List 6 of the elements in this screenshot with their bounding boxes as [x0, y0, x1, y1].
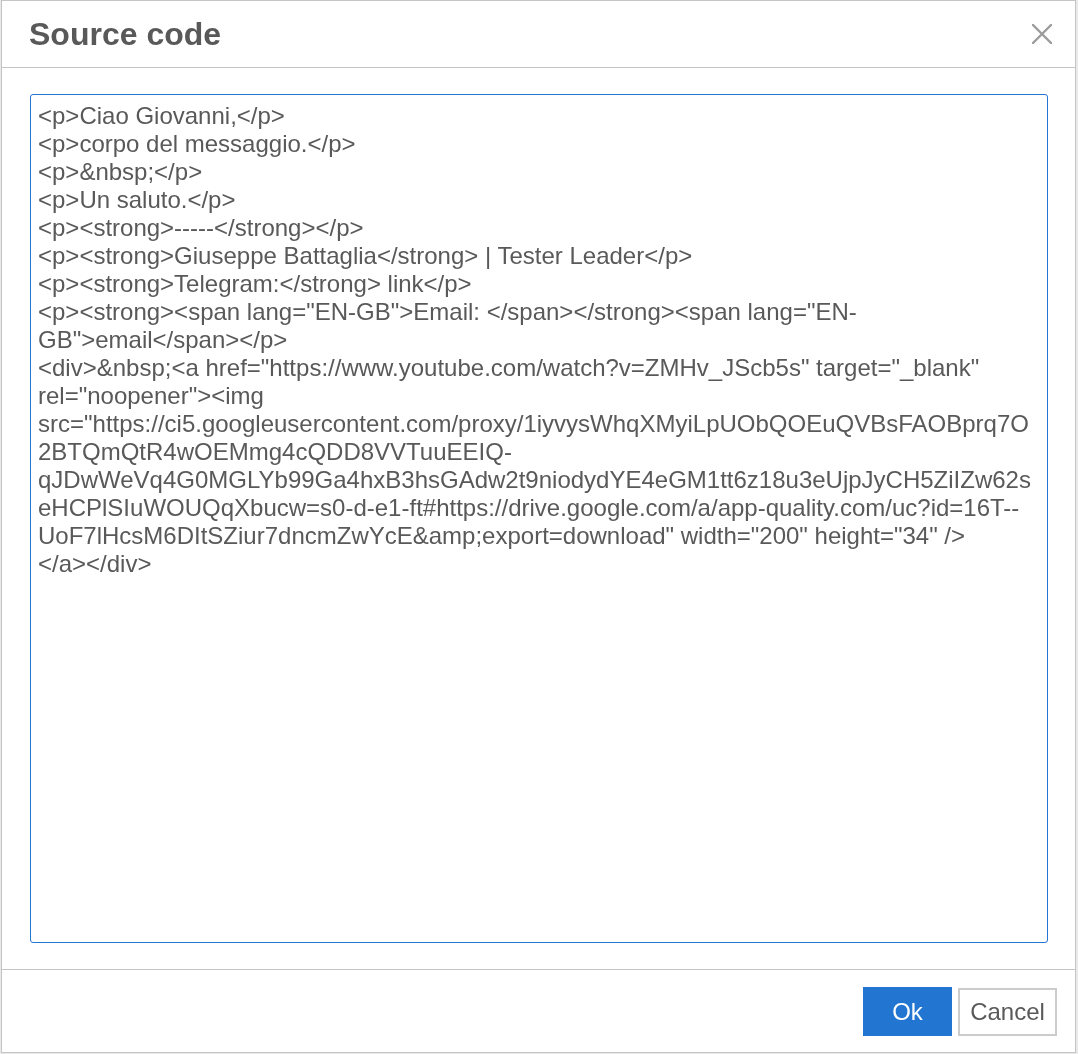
close-button[interactable]	[1030, 22, 1054, 46]
source-code-field[interactable]: <p>Ciao Giovanni,</p> <p>corpo del messaggio.</p> <p>&nbsp;</p> <p>Un saluto.</p> <p><strong>-----</strong></p> <p><strong>Giuseppe Battaglia</strong> | Tester Leader</p> <p><strong>Telegram:</strong> link</p> <p><strong><span lang="EN-GB">Email: </span></strong><span lang="EN-GB">email</span></p> <div>&nbsp;<a href="https://www.youtube.com/watch?v=ZMHv_JScb5s" target="_blank" rel="noopener"><img src="https://ci5.googleusercontent.com/proxy/1iyvysWhqXMyiLpUObQOEuQVBsFAOBprq7O2BTQmQtR4wOEMmg4cQDD8VVTuuEEIQ-qJDwWeVq4G0MGLYb99Ga4hxB3hsGAdw2t9niodydYE4eGM1tt6z18u3eUjpJyCH5ZiIZw62seHCPlSIuWOUQqXbucw=s0-d-e1-ft#https://drive.google.com/a/app-quality.com/uc?id=16T--UoF7lHcsM6DItSZiur7dncmZwYcE&amp;export=download" width="200" height="34" /> </a></div>	[30, 94, 1048, 943]
cancel-button[interactable]: Cancel	[958, 988, 1057, 1036]
dialog-title: Source code	[29, 18, 222, 50]
ok-button[interactable]: Ok	[863, 987, 952, 1036]
close-icon	[1032, 24, 1052, 44]
